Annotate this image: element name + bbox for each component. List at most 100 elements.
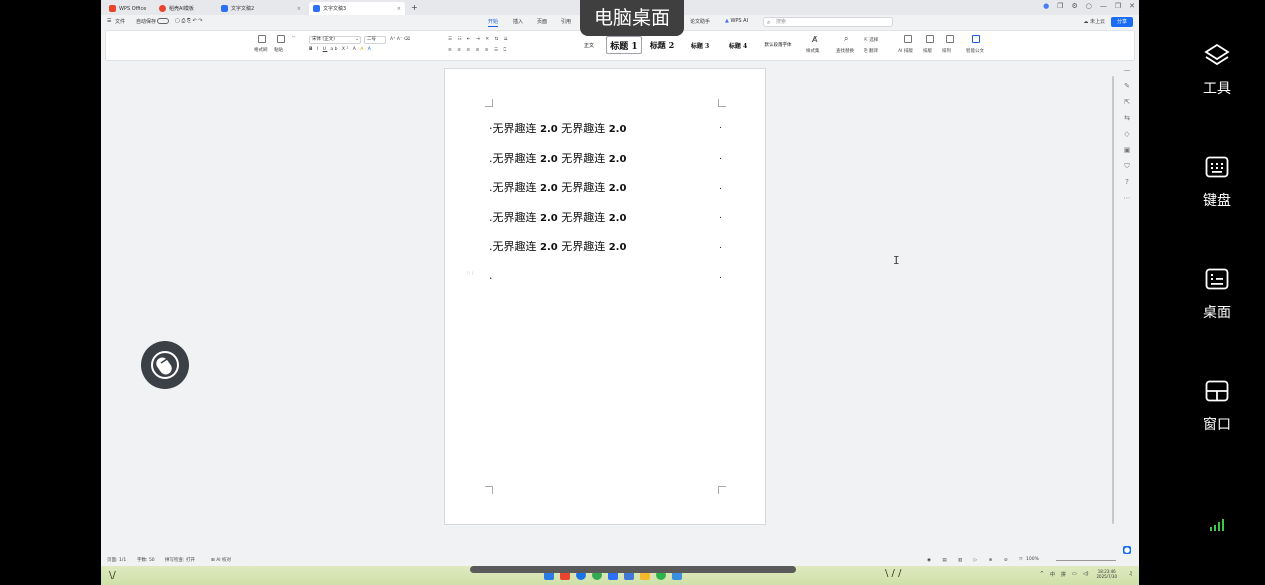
image-icon[interactable]: ▣ xyxy=(1123,146,1131,154)
find-replace-icon[interactable]: ⌕ xyxy=(844,34,848,44)
select-icon[interactable]: ⇱ xyxy=(1123,98,1131,106)
ai-check-button[interactable]: ⊞ AI 校对 xyxy=(211,557,231,563)
shape-icon[interactable]: ◇ xyxy=(1123,130,1131,138)
search-input[interactable]: ⌕ 搜索 xyxy=(763,17,893,27)
style-normal[interactable]: 正文 xyxy=(572,36,606,54)
shield-icon[interactable]: ⛉ xyxy=(1123,162,1131,170)
tab-home[interactable]: 开始 xyxy=(488,18,499,27)
alignment-buttons[interactable]: ≡ ≡ ≡ ≡ ≡ ☰ ⎕ xyxy=(448,47,508,53)
style-default-font[interactable]: 默认段落字体 xyxy=(758,36,798,54)
spellcheck-status[interactable]: 拼写检查: 打开 xyxy=(165,557,195,563)
ai-layout-icon[interactable] xyxy=(904,35,912,45)
paste-icon[interactable] xyxy=(277,35,285,45)
adjust-icon[interactable]: ⇆ xyxy=(1123,114,1131,122)
remote-screen[interactable]: WPS Office 稻壳AI模板 文字文稿2 × 文字文稿3 × + ● ❐ … xyxy=(101,0,1139,585)
share-button[interactable]: 分享 xyxy=(1111,17,1133,27)
paragraph-handle-icon[interactable]: ⁝⁝ ⁞ xyxy=(467,271,473,277)
zoom-slider[interactable] xyxy=(1056,560,1116,561)
file-menu[interactable]: 文件 xyxy=(115,18,125,25)
zoom-level[interactable]: 100% xyxy=(1026,557,1039,562)
cloud-status[interactable]: ☁ 未上云 xyxy=(1083,18,1105,25)
margin-corner xyxy=(718,99,726,107)
close-window-button[interactable]: ✕ xyxy=(1129,2,1135,10)
autosave-toggle[interactable] xyxy=(157,18,169,24)
notification-icon[interactable]: ♫ xyxy=(1129,571,1133,578)
tray-ime[interactable]: 拼 xyxy=(1061,571,1066,578)
tab-doc3[interactable]: 文字文稿3 × xyxy=(309,2,405,15)
font-name-select[interactable]: 宋体 (正文) ⌄ xyxy=(309,36,361,44)
vertical-scrollbar[interactable] xyxy=(1111,62,1115,524)
paragraph-line[interactable]: .无界趣连 2.0 无界趣连 2.0 xyxy=(489,150,626,166)
scroll-thumb[interactable] xyxy=(1112,76,1114,524)
pen-icon[interactable]: ✎ xyxy=(1123,82,1131,90)
list-buttons[interactable]: ☰ ☷ ⇤ ⇥ ✕ ⇅ ⇊ xyxy=(448,37,510,42)
help-icon[interactable]: ? xyxy=(1123,178,1131,186)
window-button[interactable]: 窗口 xyxy=(1139,378,1265,438)
tray-lang[interactable]: 中 xyxy=(1050,571,1055,578)
paste-label: 粘贴 xyxy=(274,48,283,53)
font-size-controls[interactable]: A⁺ A⁻ ⌫ xyxy=(390,37,410,42)
margin-corner xyxy=(718,486,726,494)
style-heading-2[interactable]: 标题 2 xyxy=(644,36,680,54)
arrange-icon[interactable] xyxy=(946,35,954,45)
font-size-select[interactable]: 二号 xyxy=(364,36,386,44)
paragraph-line[interactable]: .无界趣连 2.0 无界趣连 2.0 xyxy=(489,179,626,195)
empty-paragraph[interactable]: . xyxy=(489,269,493,282)
tab-references[interactable]: 引用 xyxy=(561,18,571,25)
paragraph-mark: . xyxy=(719,152,722,162)
tab-page[interactable]: 页面 xyxy=(537,18,547,25)
tab-wps-office[interactable]: WPS Office xyxy=(105,2,151,15)
view-mode-icons[interactable]: ◉ ▤ ▥ ▷ ⊕ ⊘ ⤧ xyxy=(927,557,1028,563)
style-heading-3[interactable]: 标题 3 xyxy=(682,36,718,54)
more-icon[interactable]: ⋯ xyxy=(1123,194,1131,202)
system-clock[interactable]: 18:23:46 2025/7/30 xyxy=(1096,569,1117,579)
hamburger-menu-icon[interactable]: ☰ xyxy=(107,18,111,24)
select-button[interactable]: ⇱ 选择 xyxy=(864,37,878,43)
skin-icon[interactable]: ❐ xyxy=(1057,2,1063,10)
tab-docer-ai[interactable]: 稻壳AI模板 xyxy=(155,2,213,15)
page-count[interactable]: 页面: 1/1 xyxy=(107,557,126,563)
word-count[interactable]: 字数: 50 xyxy=(137,557,155,563)
keyboard-button[interactable]: 键盘 xyxy=(1139,154,1265,214)
avatar[interactable]: ○ xyxy=(1086,2,1092,10)
tab-wps-ai[interactable]: ▲ WPS AI xyxy=(725,18,748,24)
quick-access-icons[interactable]: ▢ ⎙ ⎘ ↶ ↷ xyxy=(175,18,202,24)
new-tab-button[interactable]: + xyxy=(411,3,418,12)
collapse-icon[interactable]: — xyxy=(1123,66,1131,74)
account-icon[interactable]: ● xyxy=(1043,2,1049,10)
tab-insert[interactable]: 插入 xyxy=(513,18,523,25)
cut-icon[interactable]: ✂ xyxy=(292,35,296,40)
search-icon: ⌕ xyxy=(767,19,771,26)
remote-control-panel: 工具 键盘 桌面 窗口 xyxy=(1139,0,1265,585)
style-set-icon[interactable]: A̸ xyxy=(812,35,817,44)
style-heading-4[interactable]: 标题 4 xyxy=(720,36,756,54)
smart-doc-icon[interactable] xyxy=(972,35,980,45)
style-heading-1[interactable]: 标题 1 xyxy=(606,36,642,54)
paragraph-line[interactable]: .无界趣连 2.0 无界趣连 2.0 xyxy=(489,209,626,225)
volume-icon[interactable]: ◁) xyxy=(1083,571,1089,578)
network-icon[interactable]: ▭ xyxy=(1072,571,1077,578)
layout-icon[interactable] xyxy=(926,35,934,45)
format-painter-icon[interactable] xyxy=(258,35,266,45)
translate-button[interactable]: ⎘ 翻译 xyxy=(864,48,878,54)
assistant-icon[interactable]: ● xyxy=(1123,546,1131,554)
font-style-buttons[interactable]: B I U ab X² A A A xyxy=(309,47,372,52)
close-icon[interactable]: × xyxy=(297,6,301,12)
document-page[interactable]: ·无界趣连 2.0 无界趣连 2.0 .无界趣连 2.0 无界趣连 2.0 .无… xyxy=(444,68,766,525)
desktop-button[interactable]: 桌面 xyxy=(1139,266,1265,326)
tab-paper-assistant[interactable]: 论文助手 xyxy=(690,18,710,25)
paragraph-line[interactable]: ·无界趣连 2.0 无界趣连 2.0 xyxy=(489,120,626,136)
minimize-button[interactable]: — xyxy=(1100,2,1107,10)
arrange-label: 排列 xyxy=(942,49,951,54)
paragraph-line[interactable]: .无界趣连 2.0 无界趣连 2.0 xyxy=(489,238,626,254)
tray-expand-icon[interactable]: ^ xyxy=(1040,571,1044,578)
desktop-title-pill[interactable]: 电脑桌面 xyxy=(580,0,684,36)
tools-button[interactable]: 工具 xyxy=(1139,42,1265,102)
settings-icon[interactable]: ⚙ xyxy=(1071,2,1077,10)
tab-doc2[interactable]: 文字文稿2 × xyxy=(217,2,305,15)
bottom-drag-handle[interactable] xyxy=(470,566,796,573)
mouse-mode-button[interactable] xyxy=(141,341,189,389)
paragraph-mark: . xyxy=(719,182,722,192)
close-icon[interactable]: × xyxy=(397,6,401,12)
maximize-button[interactable]: ❐ xyxy=(1115,2,1121,10)
